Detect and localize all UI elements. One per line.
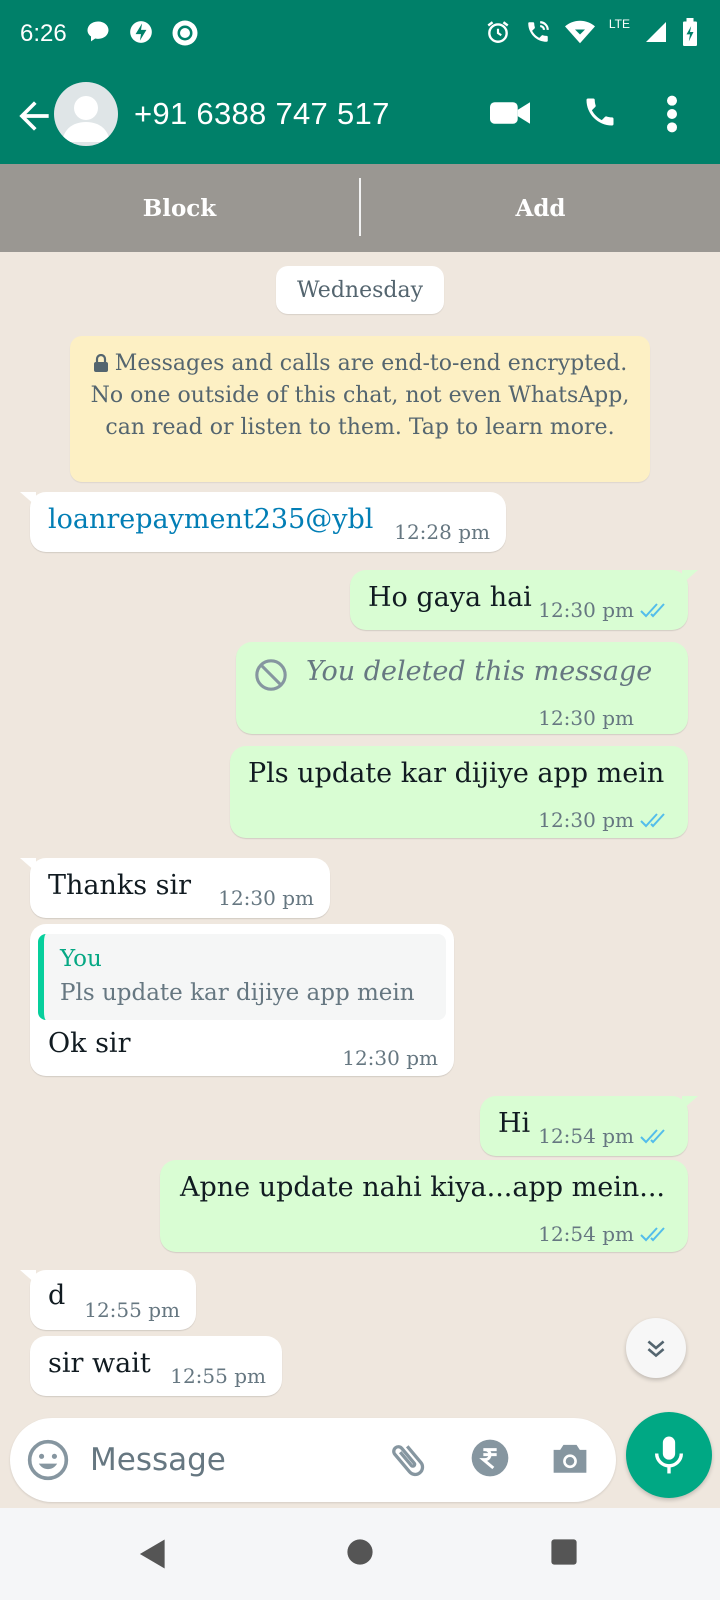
chat-header: +91 6388 747 517 xyxy=(0,68,720,164)
message-bubble-incoming[interactable]: sir wait 12:55 pm xyxy=(30,1336,282,1396)
message-time: 12:30 pm xyxy=(538,598,670,622)
status-time: 6:26 xyxy=(20,20,67,47)
message-text: sir wait xyxy=(48,1348,151,1379)
message-text: Thanks sir xyxy=(48,870,192,901)
unknown-contact-actions: Block Add xyxy=(0,164,720,252)
time-label: 12:55 pm xyxy=(84,1298,180,1322)
nav-home-icon[interactable] xyxy=(346,1538,374,1566)
time-label: 12:28 pm xyxy=(394,520,490,544)
block-button[interactable]: Block xyxy=(0,164,359,252)
alarm-icon xyxy=(487,21,509,43)
message-time: 12:55 pm xyxy=(170,1364,266,1388)
ring-notification-icon xyxy=(172,20,198,46)
attachment-icon[interactable] xyxy=(386,1438,430,1482)
camera-icon[interactable] xyxy=(550,1440,590,1476)
quoted-message[interactable]: You Pls update kar dijiye app mein xyxy=(38,934,446,1020)
deleted-message-text: You deleted this message xyxy=(306,656,653,687)
time-label: 12:30 pm xyxy=(218,886,314,910)
microphone-icon xyxy=(655,1436,683,1474)
message-text: Ok sir xyxy=(48,1028,131,1059)
nav-recents-icon[interactable] xyxy=(550,1538,578,1566)
time-label: 12:30 pm xyxy=(538,598,634,622)
message-time: 12:30 pm xyxy=(218,886,314,910)
double-check-read-icon xyxy=(640,1227,665,1242)
more-vert-icon[interactable] xyxy=(664,94,680,134)
wifi-call-icon xyxy=(528,21,549,42)
deleted-message-icon xyxy=(255,659,287,691)
contact-title[interactable]: +91 6388 747 517 xyxy=(134,96,390,132)
message-time: 12:55 pm xyxy=(84,1298,180,1322)
bolt-notification-icon xyxy=(130,21,152,43)
message-time: 12:30 pm xyxy=(538,706,634,730)
message-bubble-outgoing[interactable]: Hi 12:54 pm xyxy=(480,1096,698,1156)
system-nav-bar xyxy=(0,1508,720,1600)
voice-message-button[interactable] xyxy=(626,1412,712,1498)
time-label: 12:30 pm xyxy=(342,1046,438,1070)
message-bubble-incoming[interactable]: loanrepayment235@ybl 12:28 pm xyxy=(20,492,506,552)
message-text: Hi xyxy=(498,1108,531,1139)
message-text: Apne update nahi kiya...app mein... xyxy=(180,1172,665,1203)
message-text: d xyxy=(48,1280,66,1311)
message-text: Ho gaya hai xyxy=(368,582,532,613)
message-time: 12:54 pm xyxy=(538,1124,670,1148)
chat-area[interactable]: Wednesday Messages and calls are end-to-… xyxy=(0,252,720,1408)
quoted-text: Pls update kar dijiye app mein xyxy=(60,980,415,1006)
network-type-label: LTE xyxy=(608,17,630,31)
double-chevron-down-icon xyxy=(647,1340,665,1358)
message-composer: Message xyxy=(0,1408,720,1508)
wifi-icon xyxy=(564,20,595,44)
message-bubble-outgoing[interactable]: Apne update nahi kiya...app mein... 12:5… xyxy=(160,1160,688,1252)
back-arrow-icon[interactable] xyxy=(12,94,56,138)
quoted-author: You xyxy=(60,946,102,972)
message-input-box[interactable]: Message xyxy=(10,1418,616,1502)
encryption-notice[interactable]: Messages and calls are end-to-end encryp… xyxy=(70,336,650,482)
message-text: Pls update kar dijiye app mein xyxy=(248,758,665,789)
message-text[interactable]: loanrepayment235@ybl xyxy=(48,504,373,535)
message-bubble-incoming-reply[interactable]: You Pls update kar dijiye app mein Ok si… xyxy=(30,924,454,1076)
scroll-to-bottom-button[interactable] xyxy=(626,1318,686,1378)
double-check-read-icon xyxy=(640,813,665,828)
time-label: 12:54 pm xyxy=(538,1124,634,1148)
time-label: 12:30 pm xyxy=(538,706,634,730)
signal-icon xyxy=(646,22,666,42)
double-check-read-icon xyxy=(640,1129,665,1144)
nav-back-icon[interactable] xyxy=(138,1538,168,1570)
phone-icon[interactable] xyxy=(582,94,618,130)
chat-notification-icon xyxy=(87,21,109,42)
time-label: 12:30 pm xyxy=(538,808,634,832)
message-time: 12:54 pm xyxy=(538,1222,670,1246)
battery-icon xyxy=(683,18,697,46)
lock-icon xyxy=(93,354,108,372)
time-label: 12:55 pm xyxy=(170,1364,266,1388)
message-time: 12:30 pm xyxy=(342,1046,438,1070)
message-bubble-outgoing[interactable]: Ho gaya hai 12:30 pm xyxy=(350,570,698,630)
date-chip: Wednesday xyxy=(276,266,444,314)
default-avatar-icon xyxy=(62,96,110,142)
message-input[interactable]: Message xyxy=(90,1442,226,1478)
message-bubble-incoming[interactable]: d 12:55 pm xyxy=(20,1270,196,1330)
double-check-read-icon xyxy=(640,603,665,618)
add-button[interactable]: Add xyxy=(361,164,720,252)
message-time: 12:28 pm xyxy=(394,520,490,544)
video-call-icon[interactable] xyxy=(490,98,530,128)
emoji-icon[interactable] xyxy=(26,1438,70,1482)
message-time: 12:30 pm xyxy=(538,808,670,832)
message-bubble-incoming[interactable]: Thanks sir 12:30 pm xyxy=(20,858,330,918)
encryption-notice-text: Messages and calls are end-to-end encryp… xyxy=(90,351,630,440)
payment-rupee-icon[interactable] xyxy=(470,1438,510,1478)
message-bubble-outgoing[interactable]: Pls update kar dijiye app mein 12:30 pm xyxy=(230,746,688,838)
message-bubble-outgoing[interactable]: You deleted this message 12:30 pm xyxy=(236,642,688,734)
avatar[interactable] xyxy=(54,82,118,146)
time-label: 12:54 pm xyxy=(538,1222,634,1246)
status-bar: 6:26 LTE xyxy=(0,0,720,68)
